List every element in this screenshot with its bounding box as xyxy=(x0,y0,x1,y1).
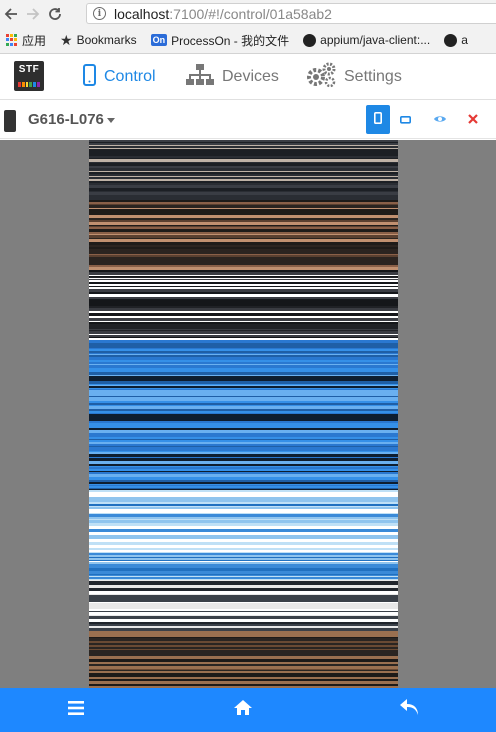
forward-arrow-icon[interactable] xyxy=(22,3,44,25)
landscape-button[interactable] xyxy=(393,105,417,134)
apps-grid-icon xyxy=(6,34,18,46)
bookmark-overflow[interactable]: a xyxy=(444,33,468,47)
menu-button[interactable] xyxy=(64,698,88,722)
menu-icon xyxy=(68,700,84,720)
back-icon xyxy=(400,699,420,721)
portrait-icon xyxy=(374,111,383,129)
github-icon xyxy=(303,33,317,47)
bookmark-processon[interactable]: On ProcessOn - 我的文件 xyxy=(150,32,289,49)
caret-down-icon xyxy=(106,117,115,123)
landscape-icon xyxy=(399,111,411,129)
device-screen-container xyxy=(0,140,496,688)
phone-icon xyxy=(83,63,96,91)
nav-settings[interactable]: Settings xyxy=(306,54,402,100)
reload-icon[interactable] xyxy=(44,3,66,25)
browser-toolbar: i localhost:7100/#!/control/01a58ab2 xyxy=(0,0,496,27)
star-icon: ★ xyxy=(60,31,73,48)
processon-icon: On xyxy=(150,34,168,46)
stf-logo[interactable]: STF xyxy=(14,61,44,91)
home-icon xyxy=(234,700,252,720)
device-screen[interactable] xyxy=(89,140,398,688)
eye-icon xyxy=(433,111,447,129)
bookmark-apps[interactable]: 应用 xyxy=(6,32,46,49)
sitemap-icon xyxy=(186,63,214,91)
bookmarks-bar: 应用 ★ Bookmarks On ProcessOn - 我的文件 appiu… xyxy=(0,27,496,54)
portrait-button[interactable] xyxy=(366,105,390,134)
github-icon xyxy=(444,33,458,47)
device-bottom-bar xyxy=(0,688,496,732)
view-button[interactable] xyxy=(428,105,452,134)
back-button[interactable] xyxy=(398,698,422,722)
bookmark-appium[interactable]: appium/java-client:... xyxy=(303,33,430,47)
device-toolbar: G616-L076 xyxy=(0,101,496,139)
bookmark-bookmarks[interactable]: ★ Bookmarks xyxy=(60,32,137,49)
stf-navbar: STF Control Devices Settings xyxy=(0,54,496,100)
device-selector[interactable]: G616-L076 xyxy=(28,111,115,128)
device-phone-icon xyxy=(4,110,16,132)
gears-icon xyxy=(306,62,336,93)
url-text: localhost:7100/#!/control/01a58ab2 xyxy=(114,5,332,22)
close-button[interactable] xyxy=(461,105,485,134)
back-arrow-icon[interactable] xyxy=(0,3,22,25)
nav-devices[interactable]: Devices xyxy=(186,54,279,100)
address-bar[interactable]: i localhost:7100/#!/control/01a58ab2 xyxy=(86,3,496,24)
home-button[interactable] xyxy=(231,698,255,722)
info-icon[interactable]: i xyxy=(93,7,106,20)
nav-control[interactable]: Control xyxy=(83,54,156,100)
close-icon xyxy=(468,111,478,129)
